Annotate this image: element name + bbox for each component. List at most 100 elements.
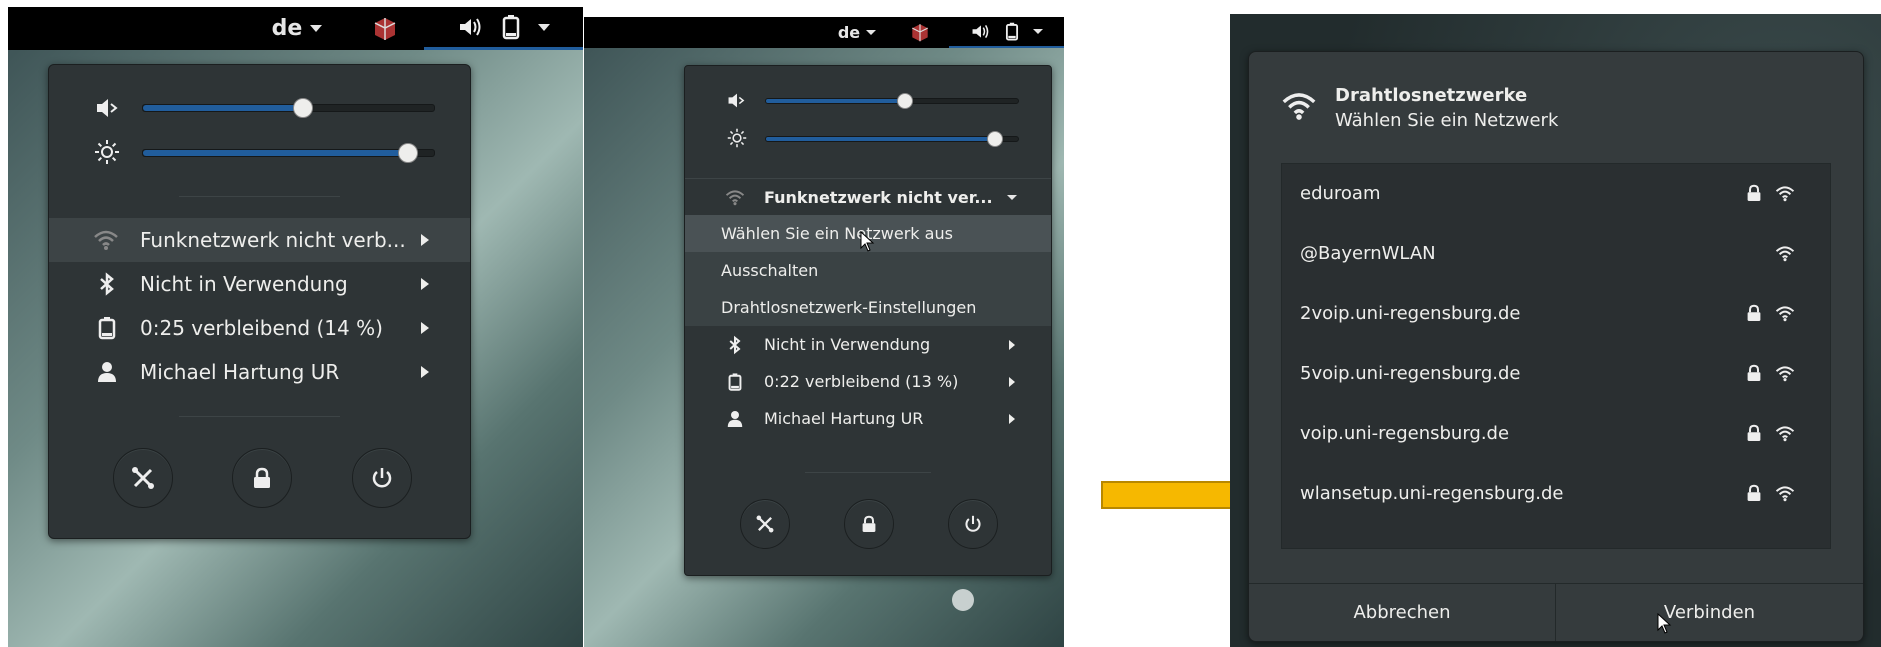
volume-slider-knob[interactable] (896, 93, 913, 109)
menu-item-battery[interactable]: 0:25 verbleibend (14 %) (49, 306, 470, 350)
network-name: wlansetup.uni-regensburg.de (1300, 483, 1564, 504)
power-button[interactable] (948, 499, 998, 549)
brightness-icon (95, 140, 119, 164)
network-row[interactable]: 2voip.uni-regensburg.de (1282, 284, 1830, 344)
wifi-signal-icon (1775, 485, 1795, 502)
brightness-slider[interactable] (765, 131, 1019, 147)
power-button[interactable] (352, 448, 412, 508)
power-icon (965, 515, 981, 532)
wifi-icon (725, 189, 745, 205)
chevron-right-icon (421, 278, 429, 290)
menu-item-wifi[interactable]: Funknetzwerk nicht verb... (49, 218, 470, 262)
volume-slider-knob[interactable] (293, 98, 314, 118)
settings-button[interactable] (113, 448, 173, 508)
lock-icon (1746, 304, 1762, 322)
top-bar: de (8, 7, 583, 50)
network-list[interactable]: eduroam @BayernWLAN 2voip.uni-regensburg.d… (1281, 163, 1831, 549)
system-status-area[interactable] (949, 17, 1064, 48)
lock-button[interactable] (844, 499, 894, 549)
network-row[interactable]: @BayernWLAN (1282, 224, 1830, 284)
volume-slider-fill (766, 99, 905, 103)
brightness-slider-knob[interactable] (987, 131, 1004, 147)
app-indicator[interactable] (368, 13, 402, 43)
wifi-signal-icon (1775, 305, 1795, 322)
app-indicator[interactable] (907, 21, 933, 43)
language-indicator[interactable]: de (262, 7, 332, 50)
battery-icon (502, 15, 519, 40)
volume-muted-icon (728, 93, 745, 108)
lock-icon (1746, 484, 1762, 502)
chevron-right-icon (1009, 413, 1015, 424)
menu-item-wifi[interactable]: Funknetzwerk nicht ver... (685, 179, 1051, 215)
user-label: Michael Hartung UR (764, 409, 924, 428)
chevron-down-icon (1007, 194, 1017, 200)
network-row[interactable]: eduroam (1282, 164, 1830, 224)
menu-item-user[interactable]: Michael Hartung UR (49, 350, 470, 394)
network-row[interactable]: 5voip.uni-regensburg.de (1282, 344, 1830, 404)
language-indicator[interactable]: de (832, 17, 882, 48)
language-label: de (271, 16, 303, 41)
tools-icon (132, 467, 154, 489)
chevron-right-icon (421, 366, 429, 378)
desktop-dot (952, 589, 974, 611)
user-label: Michael Hartung UR (140, 360, 340, 384)
wifi-submenu: Wählen Sie ein Netzwerk aus Ausschalten … (685, 215, 1051, 326)
wifi-dialog: Drahtlosnetzwerke Wählen Sie ein Netzwer… (1248, 51, 1864, 642)
network-row[interactable]: wlansetup.uni-regensburg.de (1282, 464, 1830, 524)
volume-icon (972, 24, 988, 39)
lock-button[interactable] (232, 448, 292, 508)
wifi-icon (1282, 93, 1316, 120)
wifi-label: Funknetzwerk nicht ver... (764, 187, 993, 207)
settings-button[interactable] (740, 499, 790, 549)
brightness-slider[interactable] (142, 143, 435, 163)
chevron-down-icon (1032, 29, 1043, 34)
submenu-turn-off[interactable]: Ausschalten (685, 252, 1051, 289)
mouse-cursor-icon (860, 231, 875, 252)
chevron-right-icon (1009, 339, 1015, 350)
network-name: voip.uni-regensburg.de (1300, 423, 1510, 444)
package-icon (912, 24, 928, 42)
submenu-wifi-settings[interactable]: Drahtlosnetzwerk-Einstellungen (685, 289, 1051, 326)
menu-item-user[interactable]: Michael Hartung UR (685, 400, 1051, 437)
connect-button-label: Verbinden (1663, 602, 1756, 623)
dialog-subtitle: Wählen Sie ein Netzwerk (1335, 110, 1559, 131)
chevron-right-icon (421, 322, 429, 334)
volume-slider[interactable] (765, 93, 1019, 109)
volume-icon (459, 18, 480, 36)
wifi-signal-icon (1775, 245, 1795, 262)
brightness-icon (727, 128, 747, 148)
screenshot-3: Drahtlosnetzwerke Wählen Sie ein Netzwer… (1230, 14, 1881, 647)
separator (179, 196, 340, 197)
dialog-title: Drahtlosnetzwerke (1335, 85, 1528, 106)
screenshot-2: de Funknetzwerk nicht ver... Wählen Sie … (584, 17, 1064, 647)
brightness-slider-knob[interactable] (397, 143, 418, 163)
user-icon (727, 410, 743, 427)
lock-icon (1746, 184, 1762, 202)
cancel-button[interactable]: Abbrechen (1249, 584, 1556, 641)
lock-icon (254, 467, 270, 488)
system-status-area[interactable] (424, 7, 583, 50)
connect-button[interactable]: Verbinden (1556, 584, 1863, 641)
chevron-right-icon (1009, 376, 1015, 387)
battery-label: 0:22 verbleibend (13 %) (764, 372, 959, 391)
lock-icon (862, 515, 876, 532)
volume-slider[interactable] (142, 98, 435, 118)
wifi-signal-icon (1775, 425, 1795, 442)
chevron-down-icon (537, 23, 550, 31)
volume-slider-fill (143, 105, 304, 111)
menu-item-bluetooth[interactable]: Nicht in Verwendung (685, 326, 1051, 363)
lock-icon (1746, 424, 1762, 442)
separator (805, 472, 931, 473)
battery-label: 0:25 verbleibend (14 %) (140, 316, 383, 340)
system-menu: Funknetzwerk nicht ver... Wählen Sie ein… (684, 65, 1052, 576)
menu-item-battery[interactable]: 0:22 verbleibend (13 %) (685, 363, 1051, 400)
cancel-button-label: Abbrechen (1353, 602, 1451, 623)
submenu-select-network[interactable]: Wählen Sie ein Netzwerk aus (685, 215, 1051, 252)
submenu-select-network-label: Wählen Sie ein Netzwerk aus (721, 224, 953, 243)
language-label: de (837, 23, 861, 42)
network-row[interactable]: voip.uni-regensburg.de (1282, 404, 1830, 464)
brightness-slider-fill (143, 150, 408, 156)
user-icon (98, 362, 116, 382)
bluetooth-label: Nicht in Verwendung (140, 272, 348, 296)
menu-item-bluetooth[interactable]: Nicht in Verwendung (49, 262, 470, 306)
